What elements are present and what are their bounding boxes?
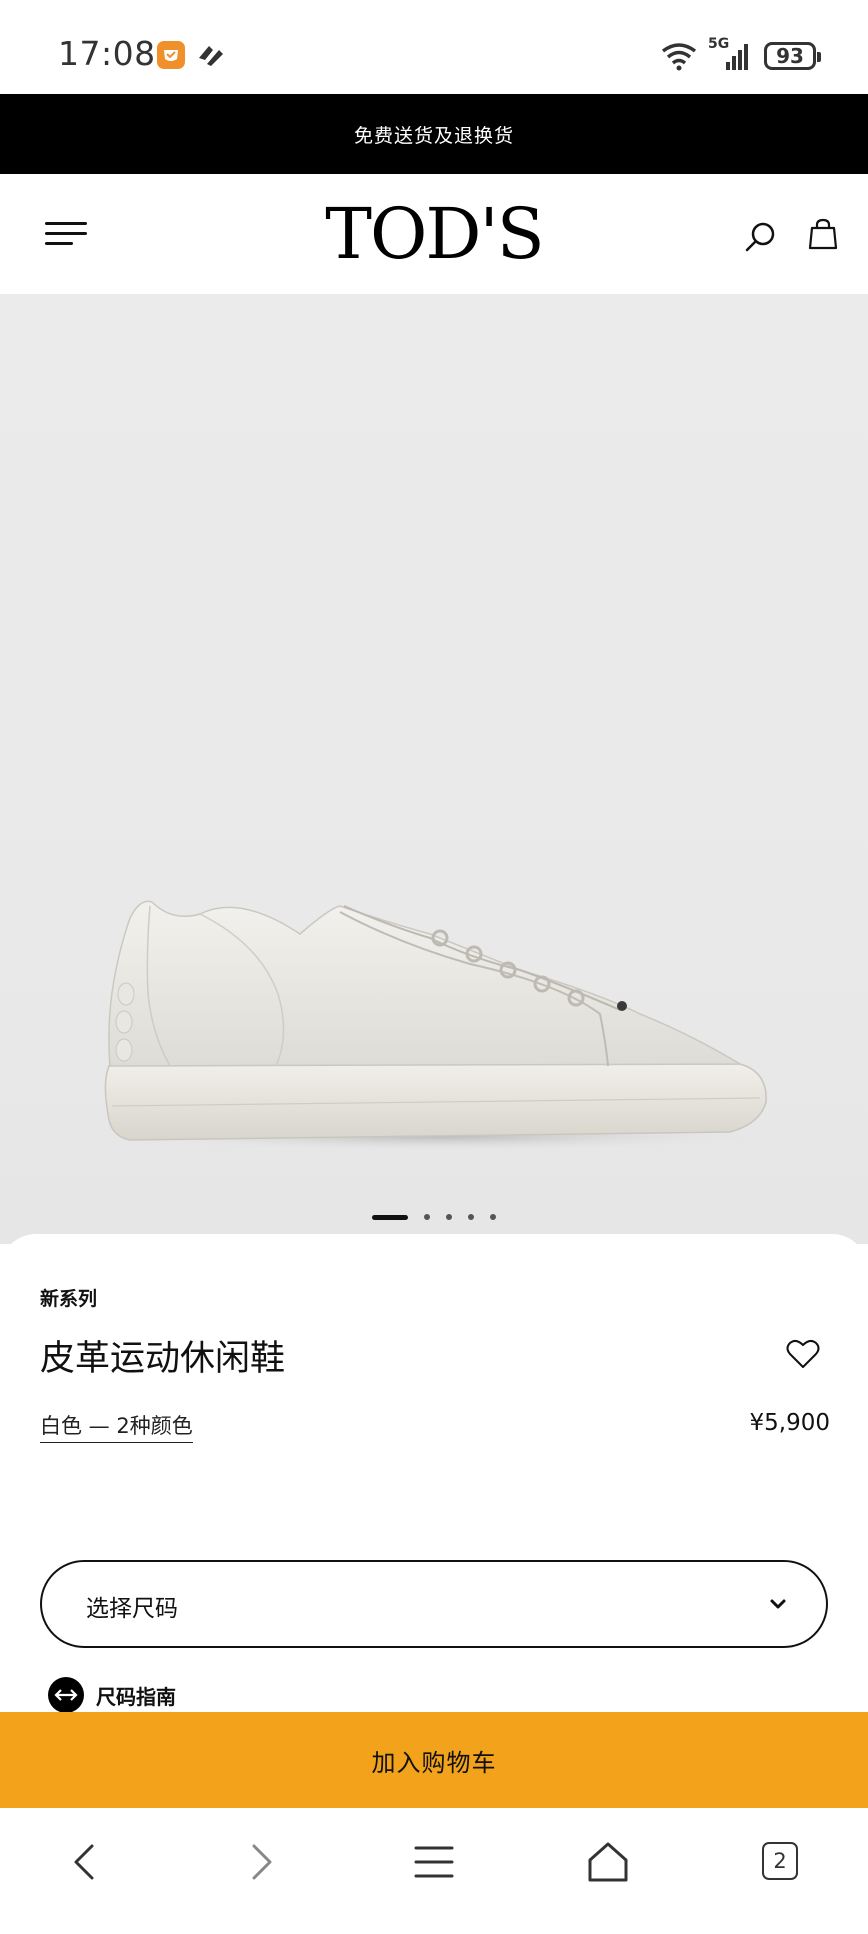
- shopping-bag-icon[interactable]: [808, 217, 838, 251]
- carousel-dot-3[interactable]: [446, 1214, 452, 1220]
- site-header: TOD'S: [0, 174, 868, 294]
- notification-app-icon-2: [195, 40, 227, 70]
- chevron-down-icon: [770, 1599, 786, 1609]
- ruler-arrows-icon: [48, 1677, 84, 1713]
- status-indicators: 5G 93: [660, 36, 821, 76]
- status-bar: 17:08 5G 93: [0, 0, 868, 94]
- brand-logo[interactable]: TOD'S: [0, 192, 868, 276]
- forward-icon[interactable]: [236, 1838, 284, 1886]
- browser-navigation-bar: 2: [0, 1808, 868, 1920]
- sneaker-image: [100, 900, 780, 1152]
- notification-app-icon: [157, 41, 185, 69]
- status-time: 17:08: [58, 34, 156, 73]
- battery-indicator: 93: [764, 42, 821, 70]
- heart-icon[interactable]: [786, 1338, 820, 1370]
- wifi-icon: [661, 43, 697, 71]
- product-image[interactable]: [0, 294, 868, 1244]
- product-name: 皮革运动休闲鞋: [40, 1339, 286, 1379]
- product-price: ¥5,900: [749, 1410, 830, 1436]
- collection-tag: 新系列: [40, 1288, 98, 1310]
- size-select-dropdown[interactable]: 选择尺码: [40, 1560, 828, 1648]
- back-icon[interactable]: [62, 1838, 110, 1886]
- signal-icon: [726, 44, 748, 70]
- color-options-link[interactable]: 白色 — 2种颜色: [40, 1410, 193, 1443]
- carousel-dot-4[interactable]: [468, 1214, 474, 1220]
- carousel-dot-5[interactable]: [490, 1214, 496, 1220]
- size-select-label: 选择尺码: [86, 1596, 178, 1622]
- size-guide-link[interactable]: 尺码指南: [48, 1677, 176, 1713]
- tabs-button[interactable]: 2: [762, 1842, 798, 1880]
- carousel-dot-2[interactable]: [424, 1214, 430, 1220]
- menu-icon[interactable]: [410, 1838, 458, 1886]
- carousel-dot-1[interactable]: [372, 1214, 408, 1220]
- add-to-cart-button[interactable]: 加入购物车: [0, 1712, 868, 1808]
- search-icon[interactable]: [744, 220, 778, 254]
- promo-banner[interactable]: 免费送货及退换货: [0, 94, 868, 174]
- home-icon[interactable]: [584, 1838, 632, 1886]
- size-guide-label: 尺码指南: [96, 1684, 176, 1709]
- signal-indicator: 5G: [708, 36, 754, 72]
- carousel-indicator: [0, 1207, 868, 1227]
